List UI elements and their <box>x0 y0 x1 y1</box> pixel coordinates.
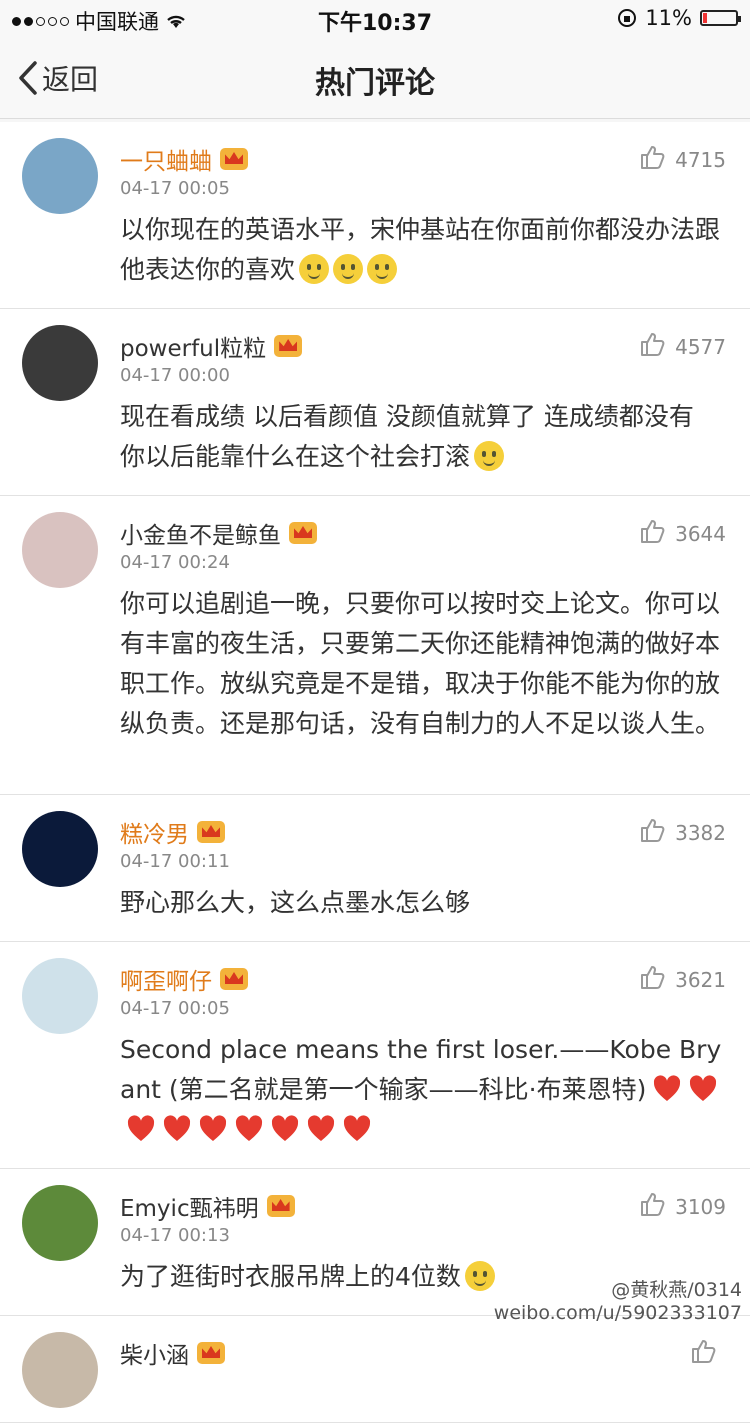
thumbs-up-icon <box>639 331 665 362</box>
smile-emoji-icon <box>367 254 398 284</box>
like-count: 3644 <box>675 521 726 546</box>
avatar[interactable] <box>22 1332 98 1408</box>
nav-bar: 返回 热门评论 <box>0 36 750 119</box>
comment-text-block: Second place means the first loser.——Kob… <box>0 942 750 1168</box>
crown-badge-icon <box>289 522 317 544</box>
comment-item[interactable]: powerful粒粒 04-17 00:00 4577 现在看成绩 以后看颜值 没颜值… <box>0 309 750 496</box>
watermark-url: weibo.com/u/5902333107 <box>493 1302 742 1324</box>
comment-time: 04-17 00:24 <box>120 552 230 573</box>
username-row[interactable]: 糕冷男 <box>120 815 225 849</box>
smile-emoji-icon <box>474 441 505 471</box>
username-row[interactable]: powerful粒粒 <box>120 329 303 363</box>
comment-item[interactable]: 糕冷男 04-17 00:11 3382 野心那么大，这么点墨水怎么够 <box>0 795 750 942</box>
username-row[interactable]: 一只蛐蛐 <box>120 142 248 176</box>
avatar[interactable] <box>22 1185 98 1261</box>
username[interactable]: 一只蛐蛐 <box>120 142 212 176</box>
comment-item[interactable]: 一只蛐蛐 04-17 00:05 4715 以你现在的英语水平，宋仲基站在你面前你都没… <box>0 122 750 309</box>
thumbs-up-icon <box>639 817 665 848</box>
crown-badge-icon <box>220 148 248 170</box>
like-button[interactable] <box>690 1338 726 1369</box>
comment-text: 为了逛街时衣服吊牌上的4位数 <box>120 1262 461 1291</box>
heart-icon <box>162 1114 192 1144</box>
heart-icon <box>342 1114 372 1144</box>
username[interactable]: powerful粒粒 <box>120 329 266 363</box>
comment-time: 04-17 00:13 <box>120 1225 230 1246</box>
username[interactable]: 小金鱼不是鲸鱼 <box>120 516 281 550</box>
rotation-lock-icon <box>618 9 637 27</box>
comment-time: 04-17 00:00 <box>120 365 230 386</box>
comment-text-block: 现在看成绩 以后看颜值 没颜值就算了 连成绩都没有 你以后能靠什么在这个社会打滚 <box>0 309 750 495</box>
like-button[interactable]: 4715 <box>639 144 726 175</box>
like-count: 3109 <box>675 1194 726 1219</box>
comment-text: 以你现在的英语水平，宋仲基站在你面前你都没办法跟他表达你的喜欢 <box>120 215 721 284</box>
thumbs-up-icon <box>690 1338 716 1369</box>
like-button[interactable]: 3382 <box>639 817 726 848</box>
username[interactable]: Emyic甄祎明 <box>120 1189 259 1223</box>
heart-icon <box>688 1074 718 1104</box>
username-row[interactable]: 柴小涵 <box>120 1336 225 1370</box>
watermark-handle: @黄秋燕/0314 <box>611 1279 742 1301</box>
heart-icon <box>234 1114 264 1144</box>
comment-text-block: 你可以追剧追一晚，只要你可以按时交上论文。你可以有丰富的夜生活，只要第二天你还能… <box>0 496 750 762</box>
comment-item[interactable]: 小金鱼不是鲸鱼 04-17 00:24 3644 你可以追剧追一晚，只要你可以按时交上… <box>0 496 750 795</box>
crown-badge-icon <box>197 1342 225 1364</box>
like-button[interactable]: 4577 <box>639 331 726 362</box>
like-button[interactable]: 3621 <box>639 964 726 995</box>
crown-badge-icon <box>197 821 225 843</box>
battery-percent: 11% <box>645 6 692 30</box>
avatar[interactable] <box>22 325 98 401</box>
comment-time: 04-17 00:11 <box>120 851 230 872</box>
comment-item[interactable]: 啊歪啊仔 04-17 00:05 3621 Second place means th… <box>0 942 750 1169</box>
like-button[interactable]: 3109 <box>639 1191 726 1222</box>
crown-badge-icon <box>220 968 248 990</box>
heart-icon <box>306 1114 336 1144</box>
like-button[interactable]: 3644 <box>639 518 726 549</box>
comment-list: 一只蛐蛐 04-17 00:05 4715 以你现在的英语水平，宋仲基站在你面前你都没… <box>0 122 750 1423</box>
smile-emoji-icon <box>464 1261 495 1291</box>
like-count: 4715 <box>675 147 726 172</box>
username-row[interactable]: Emyic甄祎明 <box>120 1189 295 1223</box>
page-title: 热门评论 <box>315 66 435 101</box>
avatar[interactable] <box>22 512 98 588</box>
crown-badge-icon <box>274 335 303 357</box>
thumbs-up-icon <box>639 144 665 175</box>
heart-icon <box>270 1114 300 1144</box>
like-count: 4577 <box>675 334 726 359</box>
comment-time: 04-17 00:05 <box>120 998 230 1019</box>
comment-text: 野心那么大，这么点墨水怎么够 <box>120 888 471 917</box>
like-count: 3621 <box>675 967 726 992</box>
avatar[interactable] <box>22 138 98 214</box>
thumbs-up-icon <box>639 518 665 549</box>
heart-icon <box>126 1114 156 1144</box>
status-bar: 中国联通 下午10:37 11% <box>0 0 750 36</box>
comment-text: 现在看成绩 以后看颜值 没颜值就算了 连成绩都没有 你以后能靠什么在这个社会打滚 <box>120 402 694 471</box>
avatar[interactable] <box>22 958 98 1034</box>
battery-icon <box>700 10 741 26</box>
username-row[interactable]: 啊歪啊仔 <box>120 962 248 996</box>
smile-emoji-icon <box>299 254 330 284</box>
thumbs-up-icon <box>639 1191 665 1222</box>
watermark: @黄秋燕/0314 weibo.com/u/5902333107 <box>494 1275 742 1324</box>
thumbs-up-icon <box>639 964 665 995</box>
comment-text: Second place means the first loser.——Kob… <box>120 1035 722 1104</box>
comment-text: 你可以追剧追一晚，只要你可以按时交上论文。你可以有丰富的夜生活，只要第二天你还能… <box>120 589 721 738</box>
username[interactable]: 糕冷男 <box>120 815 189 849</box>
comment-item[interactable]: 柴小涵 <box>0 1316 750 1423</box>
avatar[interactable] <box>22 811 98 887</box>
username[interactable]: 柴小涵 <box>120 1336 189 1370</box>
comment-text-block: 以你现在的英语水平，宋仲基站在你面前你都没办法跟他表达你的喜欢 <box>0 122 750 308</box>
smile-emoji-icon <box>333 254 364 284</box>
battery-group: 11% <box>617 6 741 30</box>
username-row[interactable]: 小金鱼不是鲸鱼 <box>120 516 317 550</box>
comment-text-block: 野心那么大，这么点墨水怎么够 <box>0 795 750 941</box>
username[interactable]: 啊歪啊仔 <box>120 962 212 996</box>
comment-time: 04-17 00:05 <box>120 178 230 199</box>
heart-icon <box>652 1074 682 1104</box>
crown-badge-icon <box>266 1195 295 1217</box>
heart-icon <box>198 1114 228 1144</box>
like-count: 3382 <box>675 820 726 845</box>
